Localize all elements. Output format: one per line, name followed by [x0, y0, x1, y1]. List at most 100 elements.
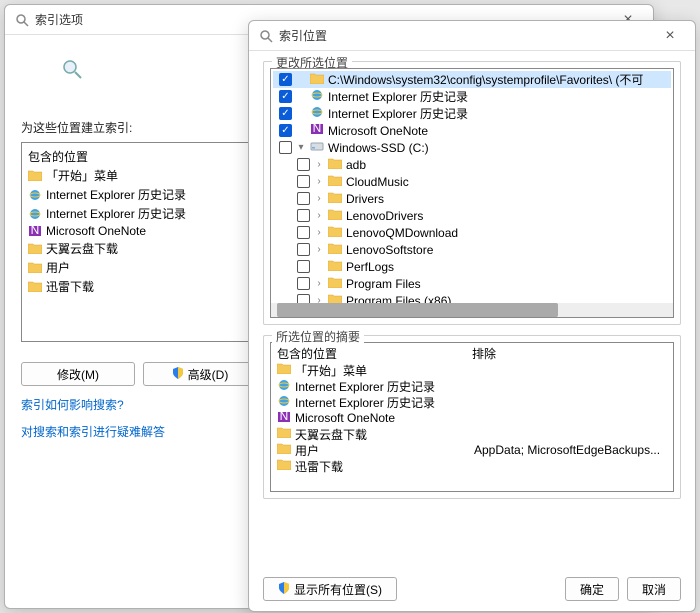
summary-row[interactable]: 用户AppData; MicrosoftEdgeBackups...	[277, 442, 667, 458]
expander-icon[interactable]: ›	[314, 227, 324, 238]
change-locations-group: 更改所选位置 ✓C:\Windows\system32\config\syste…	[263, 61, 681, 325]
expander-icon[interactable]: ›	[314, 244, 324, 255]
cancel-button[interactable]: 取消	[627, 577, 681, 601]
ok-button[interactable]: 确定	[565, 577, 619, 601]
tree-row[interactable]: ›LenovoQMDownload	[273, 224, 671, 241]
summary-label: 迅雷下载	[295, 458, 343, 475]
folder-icon	[328, 243, 342, 257]
summary-group: 所选位置的摘要 包含的位置 排除 「开始」菜单Internet Explorer…	[263, 335, 681, 499]
checkbox[interactable]	[297, 260, 310, 273]
folder-icon	[328, 209, 342, 223]
svg-text:N: N	[313, 123, 322, 135]
folder-icon	[310, 73, 324, 87]
tree-row[interactable]: ✓Internet Explorer 历史记录	[273, 88, 671, 105]
checkbox[interactable]	[297, 294, 310, 303]
tree-row[interactable]: PerfLogs	[273, 258, 671, 275]
tree-row[interactable]: ✓ Internet Explorer 历史记录	[273, 105, 671, 122]
tree-row-label: LenovoDrivers	[346, 209, 423, 223]
checkbox[interactable]	[297, 192, 310, 205]
summary-row[interactable]: 天翼云盘下载	[277, 426, 667, 442]
folder-icon	[277, 443, 291, 457]
folder-icon	[28, 262, 42, 274]
list-item[interactable]: 用户	[28, 258, 250, 277]
checkbox[interactable]	[297, 226, 310, 239]
folder-icon	[328, 226, 342, 240]
folder-icon	[328, 175, 342, 189]
svg-text:N: N	[31, 225, 40, 237]
checkbox[interactable]	[297, 243, 310, 256]
tree-row[interactable]: › Program Files (x86)	[273, 292, 671, 303]
list-item[interactable]: Internet Explorer 历史记录	[28, 204, 250, 223]
titlebar[interactable]: 索引位置 ×	[249, 21, 695, 51]
list-item-label: 天翼云盘下载	[46, 240, 118, 257]
close-icon[interactable]: ×	[655, 27, 685, 45]
list-item[interactable]: Internet Explorer 历史记录	[28, 185, 250, 204]
checkbox[interactable]: ✓	[279, 90, 292, 103]
checkbox[interactable]	[297, 175, 310, 188]
expander-icon[interactable]: ›	[314, 159, 324, 170]
list-item-label: Internet Explorer 历史记录	[46, 205, 186, 222]
tree-row[interactable]: ›adb	[273, 156, 671, 173]
summary-label: Microsoft OneNote	[295, 411, 395, 425]
summary-label: Internet Explorer 历史记录	[295, 394, 435, 411]
folder-icon	[28, 170, 42, 182]
expander-icon[interactable]: ›	[314, 176, 324, 187]
expander-icon[interactable]: ▾	[296, 142, 306, 153]
tree-row-label: PerfLogs	[346, 260, 394, 274]
search-icon	[15, 13, 29, 27]
checkbox[interactable]	[279, 141, 292, 154]
expander-icon[interactable]: ›	[314, 278, 324, 289]
folder-icon	[277, 427, 291, 441]
show-all-button[interactable]: 显示所有位置(S)	[263, 577, 397, 601]
location-tree[interactable]: ✓ C:\Windows\system32\config\systemprofil…	[270, 68, 674, 318]
tree-row[interactable]: ›Drivers	[273, 190, 671, 207]
expander-icon[interactable]: ›	[314, 295, 324, 303]
tree-row[interactable]: ✓NMicrosoft OneNote	[273, 122, 671, 139]
list-item[interactable]: 天翼云盘下载	[28, 239, 250, 258]
tree-row[interactable]: ▾Windows-SSD (C:)	[273, 139, 671, 156]
tree-row[interactable]: ›Program Files	[273, 275, 671, 292]
tree-row-label: C:\Windows\system32\config\systemprofile…	[328, 71, 643, 88]
summary-row[interactable]: Internet Explorer 历史记录	[277, 394, 667, 410]
summary-row[interactable]: N Microsoft OneNote	[277, 410, 667, 426]
tree-row[interactable]: ›CloudMusic	[273, 173, 671, 190]
summary-list[interactable]: 包含的位置 排除 「开始」菜单Internet Explorer 历史记录Int…	[270, 342, 674, 492]
summary-label: Internet Explorer 历史记录	[295, 378, 435, 395]
checkbox[interactable]: ✓	[279, 73, 292, 86]
list-item[interactable]: 「开始」菜单	[28, 166, 250, 185]
ie-icon	[277, 379, 291, 394]
tree-row[interactable]: › LenovoSoftstore	[273, 241, 671, 258]
summary-row[interactable]: 迅雷下载	[277, 458, 667, 474]
folder-icon	[328, 294, 342, 304]
summary-label: 天翼云盘下载	[295, 426, 367, 443]
tree-row-label: Internet Explorer 历史记录	[328, 105, 468, 122]
tree-row[interactable]: ✓ C:\Windows\system32\config\systemprofil…	[273, 71, 671, 88]
tree-row[interactable]: › LenovoDrivers	[273, 207, 671, 224]
summary-label: 用户	[295, 442, 319, 459]
list-item[interactable]: 迅雷下载	[28, 277, 250, 296]
list-item-label: 用户	[46, 259, 70, 276]
checkbox[interactable]	[297, 277, 310, 290]
checkbox[interactable]	[297, 209, 310, 222]
checkbox[interactable]	[297, 158, 310, 171]
folder-icon	[277, 363, 291, 377]
expander-icon[interactable]: ›	[314, 193, 324, 204]
onenote-icon: N	[277, 411, 291, 426]
onenote-icon: N	[28, 225, 42, 237]
tree-row-label: Program Files (x86)	[346, 294, 451, 304]
list-item-label: Internet Explorer 历史记录	[46, 186, 186, 203]
advanced-button[interactable]: 高级(D)	[143, 362, 257, 386]
expander-icon[interactable]: ›	[314, 210, 324, 221]
list-item[interactable]: NMicrosoft OneNote	[28, 223, 250, 239]
summary-row[interactable]: Internet Explorer 历史记录	[277, 378, 667, 394]
horizontal-scrollbar[interactable]	[271, 303, 673, 317]
checkbox[interactable]: ✓	[279, 107, 292, 120]
folder-icon	[328, 260, 342, 274]
window-title: 索引位置	[279, 27, 655, 44]
tree-row-label: LenovoSoftstore	[346, 243, 433, 257]
summary-row[interactable]: 「开始」菜单	[277, 362, 667, 378]
ie-icon	[277, 395, 291, 410]
included-locations-list[interactable]: 包含的位置 「开始」菜单Internet Explorer 历史记录Intern…	[21, 142, 257, 342]
modify-button[interactable]: 修改(M)	[21, 362, 135, 386]
checkbox[interactable]: ✓	[279, 124, 292, 137]
